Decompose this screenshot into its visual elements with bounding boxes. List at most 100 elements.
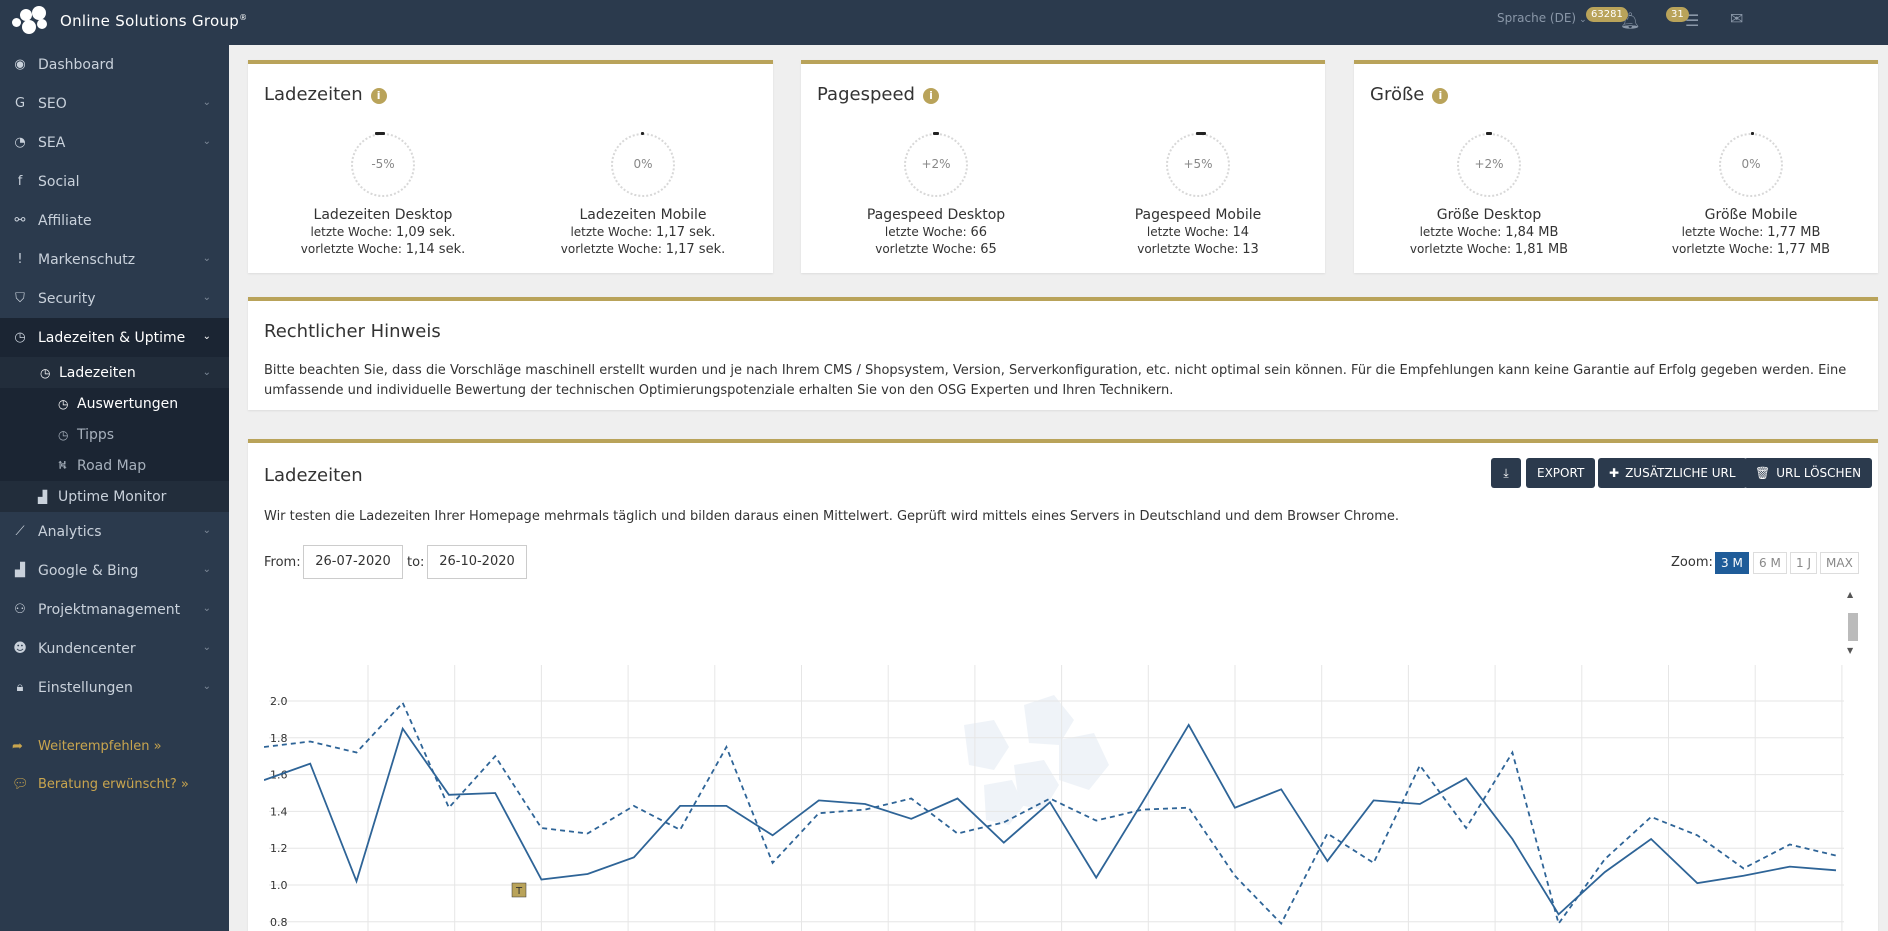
prev-week-value: 1,81 MB bbox=[1514, 242, 1569, 257]
zoom-1j-button[interactable]: 1 J bbox=[1790, 552, 1817, 574]
add-url-button[interactable]: ✚ ZUSÄTZLICHE URL bbox=[1598, 458, 1747, 488]
sidebar-submenu: ◷ Ladezeiten ⌄ ◷ Auswertungen ◷ Tipps ⛕ Road … bbox=[0, 357, 229, 512]
sidebar-subitem-road-map[interactable]: ⛕ Road Map bbox=[0, 450, 229, 481]
area-chart-icon: ▟ bbox=[38, 489, 48, 504]
sidebar-item-label: Ladezeiten & Uptime bbox=[38, 329, 186, 346]
gauge-name: Ladezeiten Desktop bbox=[313, 207, 453, 223]
sidebar-item-kundencenter[interactable]: ☻ Kundencenter ⌄ bbox=[0, 629, 229, 668]
brand-logo[interactable]: Online Solutions Group® bbox=[12, 6, 247, 36]
gauge-ring: -5% bbox=[351, 132, 415, 197]
download-button[interactable]: ⤓ bbox=[1491, 458, 1521, 488]
sidebar-item-social[interactable]: f Social bbox=[0, 162, 229, 201]
export-button[interactable]: EXPORT bbox=[1526, 458, 1596, 488]
to-label: to: bbox=[407, 555, 425, 570]
prev-week-value: 1,14 sek. bbox=[405, 242, 466, 257]
scroll-down-icon[interactable]: ▼ bbox=[1847, 646, 1853, 655]
zoom-max-button[interactable]: MAX bbox=[1820, 552, 1859, 574]
sidebar-item-markenschutz[interactable]: ! Markenschutz ⌄ bbox=[0, 240, 229, 279]
gauge-last-week: letzte Woche: 66 bbox=[801, 225, 1071, 240]
facebook-icon: f bbox=[17, 174, 23, 189]
gauge-ring: +5% bbox=[1166, 132, 1230, 197]
sidebar-item-projektmanagement[interactable]: ⚇ Projektmanagement ⌄ bbox=[0, 590, 229, 629]
language-select[interactable]: Sprache (DE) ⌄ bbox=[1497, 11, 1587, 25]
sidebar-item-ladezeiten-uptime[interactable]: ◷ Ladezeiten & Uptime ⌄ bbox=[0, 318, 229, 357]
brand-registered: ® bbox=[239, 13, 248, 22]
last-week-label: letzte Woche: bbox=[570, 225, 653, 239]
scroll-thumb[interactable] bbox=[1848, 613, 1858, 641]
prev-week-label: vorletzte Woche: bbox=[1409, 242, 1512, 256]
zoom-3m-button[interactable]: 3 M bbox=[1715, 552, 1749, 574]
line-chart-icon: ⟋ bbox=[15, 524, 25, 539]
gauge-prev-week: vorletzte Woche: 1,14 sek. bbox=[248, 242, 518, 257]
y-tick-label: 1.4 bbox=[270, 805, 288, 818]
chevron-down-icon: ⌄ bbox=[202, 292, 211, 303]
add-url-label: ZUSÄTZLICHE URL bbox=[1625, 466, 1736, 480]
to-date-input[interactable]: 26-10-2020 bbox=[427, 545, 527, 579]
prev-week-value: 65 bbox=[980, 242, 997, 257]
last-week-label: letzte Woche: bbox=[1146, 225, 1229, 239]
sidebar-item-sea[interactable]: ◔ SEA ⌄ bbox=[0, 123, 229, 162]
sidebar-item-security[interactable]: ⛉ Security ⌄ bbox=[0, 279, 229, 318]
y-tick-label: 2.0 bbox=[270, 695, 288, 708]
exclamation-icon: ! bbox=[17, 252, 23, 267]
envelope-icon[interactable]: ✉ bbox=[1730, 9, 1743, 28]
info-icon[interactable]: i bbox=[370, 88, 387, 104]
prev-week-value: 1,77 MB bbox=[1776, 242, 1831, 257]
plus-icon: ✚ bbox=[1609, 466, 1620, 480]
pagespeed-summary-panel: Pagespeed i +2% Pagespeed Desktop letzte … bbox=[801, 60, 1325, 273]
sidebar-item-label: Social bbox=[38, 173, 80, 190]
gauge-ladezeiten-desktop: -5% Ladezeiten Desktop letzte Woche: 1,0… bbox=[248, 132, 518, 257]
legal-notice-panel: Rechtlicher Hinweis Bitte beachten Sie, … bbox=[248, 297, 1878, 410]
sidebar-subitem-uptime-monitor[interactable]: ▟ Uptime Monitor bbox=[0, 481, 229, 512]
last-week-value: 1,17 sek. bbox=[656, 225, 716, 240]
chevron-down-icon: ⌄ bbox=[202, 603, 211, 614]
gauge-pagespeed-mobile: +5% Pagespeed Mobile letzte Woche: 14 vo… bbox=[1063, 132, 1333, 257]
chevron-down-icon: ⌄ bbox=[202, 564, 211, 575]
chevron-down-icon: ⌄ bbox=[202, 331, 211, 342]
series-line-solid[interactable] bbox=[264, 723, 1837, 916]
delete-url-button[interactable]: 🗑︎ URL LÖSCHEN bbox=[1744, 458, 1873, 488]
info-icon[interactable]: i bbox=[922, 88, 939, 104]
zoom-6m-button[interactable]: 6 M bbox=[1753, 552, 1787, 574]
chart-flag-marker[interactable]: T bbox=[511, 882, 527, 898]
sidebar-item-dashboard[interactable]: ◉ Dashboard bbox=[0, 45, 229, 84]
sidebar-subitem-label: Auswertungen bbox=[77, 395, 179, 412]
sidebar-item-label: Markenschutz bbox=[38, 251, 136, 268]
gauge-prev-week: vorletzte Woche: 1,77 MB bbox=[1616, 242, 1886, 257]
panel-title-text: Pagespeed bbox=[817, 84, 915, 105]
sidebar-subitem-label: Tipps bbox=[77, 426, 115, 443]
gauge-needle bbox=[933, 132, 939, 135]
brand-name: Online Solutions Group bbox=[60, 12, 240, 30]
gauge-prev-week: vorletzte Woche: 65 bbox=[801, 242, 1071, 257]
gauge-ring: 0% bbox=[1719, 132, 1783, 197]
sidebar-item-label: SEO bbox=[38, 95, 67, 112]
sidebar-item-affiliate[interactable]: ⚯ Affiliate bbox=[0, 201, 229, 240]
gauge-needle bbox=[1751, 132, 1754, 135]
sidebar: ◉ Dashboard G SEO ⌄ ◔ SEA ⌄ f Social ⚯ Affiliat… bbox=[0, 45, 229, 931]
scroll-up-icon[interactable]: ▲ bbox=[1847, 590, 1853, 599]
sidebar-item-seo[interactable]: G SEO ⌄ bbox=[0, 84, 229, 123]
sidebar-subitem-ladezeiten[interactable]: ◷ Ladezeiten ⌄ bbox=[0, 357, 229, 388]
clock-icon: ◷ bbox=[14, 330, 26, 345]
gauge-groesse-desktop: +2% Größe Desktop letzte Woche: 1,84 MB … bbox=[1354, 132, 1624, 257]
gauge-last-week: letzte Woche: 1,84 MB bbox=[1354, 225, 1624, 240]
y-tick-label: 1.8 bbox=[270, 732, 288, 745]
last-week-value: 1,77 MB bbox=[1767, 225, 1821, 240]
clock-icon: ◷ bbox=[40, 365, 51, 380]
gauge-last-week: letzte Woche: 14 bbox=[1063, 225, 1333, 240]
info-icon[interactable]: i bbox=[1432, 88, 1449, 104]
sidebar-link-weiterempfehlen[interactable]: ➦ Weiterempfehlen » bbox=[0, 727, 229, 765]
download-icon: ⤓ bbox=[1503, 465, 1509, 480]
from-date-input[interactable]: 26-07-2020 bbox=[303, 545, 403, 579]
gauge-last-week: letzte Woche: 1,17 sek. bbox=[508, 225, 778, 240]
chart-scrollbar[interactable]: ▲ ▼ bbox=[1844, 588, 1860, 658]
last-week-label: letzte Woche: bbox=[310, 225, 393, 239]
sidebar-item-google-bing[interactable]: ▟ Google & Bing ⌄ bbox=[0, 551, 229, 590]
area-chart-icon: ▟ bbox=[15, 563, 25, 578]
sidebar-subitem-tipps[interactable]: ◷ Tipps bbox=[0, 419, 229, 450]
prev-week-label: vorletzte Woche: bbox=[300, 242, 402, 256]
sidebar-link-beratung[interactable]: 💬︎ Beratung erwünscht? » bbox=[0, 765, 229, 803]
sidebar-subitem-auswertungen[interactable]: ◷ Auswertungen bbox=[0, 388, 229, 419]
sidebar-item-einstellungen[interactable]: 🔒︎ Einstellungen ⌄ bbox=[0, 668, 229, 707]
sidebar-item-analytics[interactable]: ⟋ Analytics ⌄ bbox=[0, 512, 229, 551]
